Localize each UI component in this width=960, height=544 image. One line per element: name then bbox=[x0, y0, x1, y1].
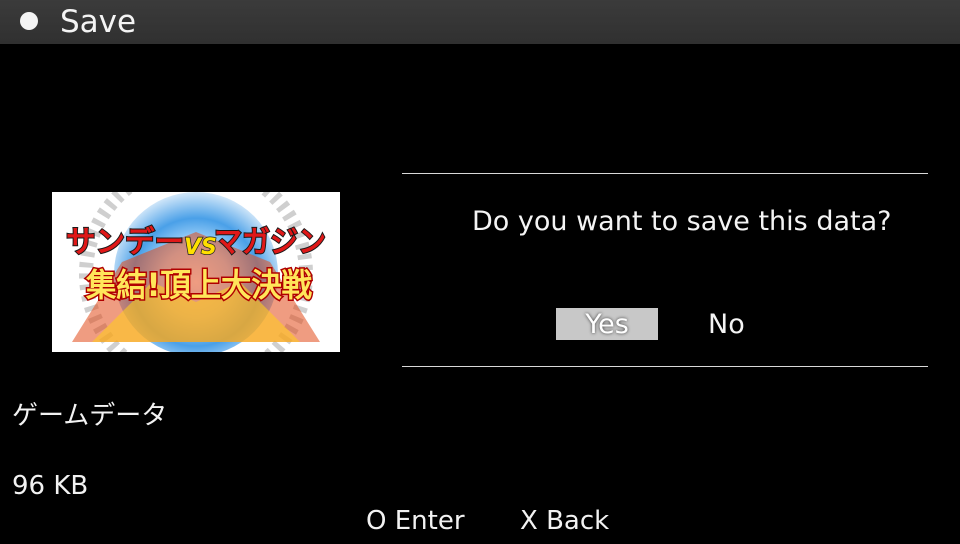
game-logo-icon: サンデー VS マガジン 集結!頂上大決戦 bbox=[52, 192, 340, 352]
dialog-divider-bottom bbox=[402, 366, 928, 367]
page-title: Save bbox=[60, 4, 137, 40]
thumbnail-title-left: サンデー bbox=[66, 225, 184, 260]
thumbnail-vs: VS bbox=[184, 235, 217, 260]
thumbnail-title-right: マガジン bbox=[214, 225, 326, 260]
yes-button[interactable]: Yes bbox=[556, 308, 658, 340]
save-data-size: 96 KB bbox=[12, 471, 89, 501]
back-hint[interactable]: X Back bbox=[520, 505, 609, 537]
save-question: Do you want to save this data? bbox=[472, 206, 892, 237]
save-data-name: ゲームデータ bbox=[12, 401, 168, 431]
thumbnail-subtitle: 集結!頂上大決戦 bbox=[85, 266, 312, 304]
circle-icon bbox=[20, 12, 38, 30]
enter-hint[interactable]: O Enter bbox=[366, 505, 465, 537]
game-thumbnail: サンデー VS マガジン 集結!頂上大決戦 bbox=[52, 192, 340, 352]
no-button[interactable]: No bbox=[708, 308, 745, 340]
dialog-divider-top bbox=[402, 173, 928, 174]
title-bar: Save bbox=[0, 0, 960, 44]
